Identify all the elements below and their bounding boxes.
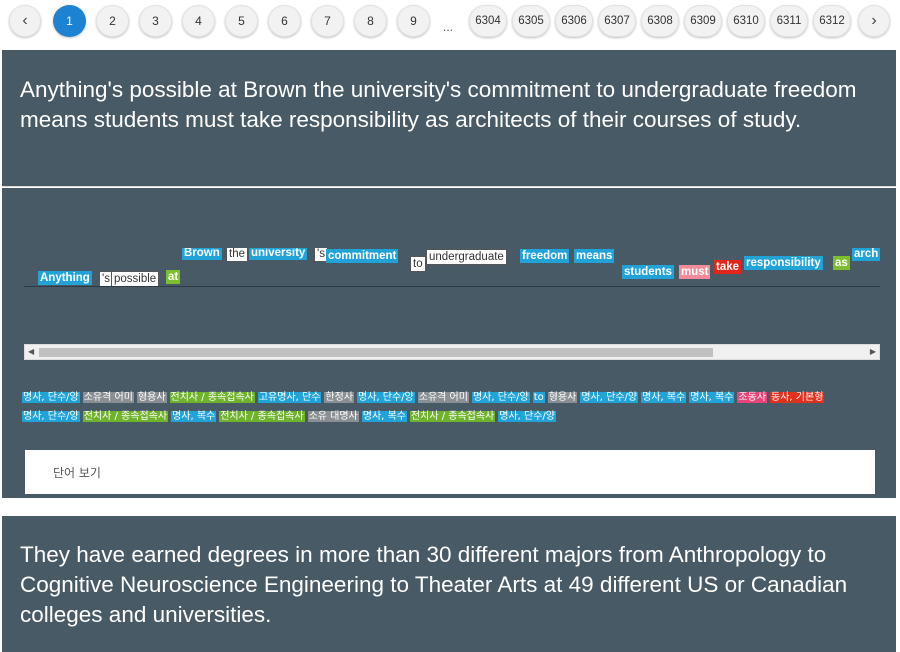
token: responsibility [744,256,823,270]
token: as [833,256,850,270]
token: students [622,265,674,279]
page-button-7[interactable]: 7 [311,5,344,37]
page-button-6[interactable]: 6 [268,5,301,37]
pos-tag: 형용사 [547,392,578,403]
token: means [574,249,615,263]
horizontal-scrollbar[interactable]: ◀ ▶ [24,344,880,360]
token: possible [111,271,160,286]
prev-page-button[interactable]: ‹ [9,5,41,37]
pos-tag: 소유격 어미 [82,392,134,403]
next-page-button[interactable]: › [858,5,890,37]
pos-tag: 한정사 [324,392,355,403]
scroll-right-icon[interactable]: ▶ [870,347,876,356]
pos-tag: 소유 대명사 [307,411,359,422]
token: undergraduate [426,249,507,265]
scrollbar-thumb[interactable] [39,348,713,357]
page-button-1[interactable]: 1 [53,5,86,37]
page-button-6309[interactable]: 6309 [684,5,722,37]
pos-tag: 명사, 복수 [689,392,735,403]
token: university [249,248,308,260]
token: freedom [520,249,570,263]
pos-tag: to [532,392,545,403]
token: must [679,265,711,279]
pos-tag: 명사, 단수/양 [22,392,80,403]
page-button-6304[interactable]: 6304 [469,5,507,37]
word-view-button[interactable]: 단어 보기 [25,450,875,494]
page-button-5[interactable]: 5 [225,5,258,37]
page-button-6307[interactable]: 6307 [598,5,636,37]
pagination-ellipsis: ... [443,20,454,34]
sentence-panel-2[interactable]: They have earned degrees in more than 30… [2,516,896,652]
pos-tag: 동사, 기본형 [770,392,825,403]
chevron-right-icon: › [871,12,877,29]
pos-tag: 명사, 복수 [171,411,217,422]
page-button-4[interactable]: 4 [182,5,215,37]
chevron-left-icon: ‹ [22,12,28,29]
pos-tag: 명사, 단수/양 [22,411,80,422]
pos-tag: 형용사 [136,392,167,403]
token: Brown [182,248,222,260]
pos-tag: 명사, 단수/양 [498,411,556,422]
pos-tag: 명사, 복수 [361,411,407,422]
page-button-6311[interactable]: 6311 [770,5,808,37]
page-button-6306[interactable]: 6306 [555,5,593,37]
page-button-6312[interactable]: 6312 [813,5,851,37]
pos-tag: 명사, 단수/양 [357,392,415,403]
page-button-6310[interactable]: 6310 [727,5,765,37]
scroll-left-icon[interactable]: ◀ [28,347,34,356]
page-button-8[interactable]: 8 [354,5,387,37]
page-button-2[interactable]: 2 [96,5,129,37]
pos-tag: 전치사 / 종속접속사 [169,392,255,403]
pos-tag: 전치사 / 종속접속사 [219,411,305,422]
token: take [714,260,742,274]
pagination: ‹ 1 2 3 4 5 6 7 8 9 ... 6304 6305 6306 6… [0,0,900,46]
pos-tag-list: 명사, 단수/양 소유격 어미 형용사 전치사 / 종속접속사 고유명사, 단수 한정사 명… [22,388,882,426]
token: to [410,256,426,272]
sentence-panel[interactable]: Anything's possible at Brown the univers… [2,50,896,187]
token-track: Anything 's possible at Brown the univer… [24,248,880,287]
pos-tag: 소유격 어미 [417,392,469,403]
page-button-6305[interactable]: 6305 [512,5,550,37]
pos-tag: 고유명사, 단수 [257,392,322,403]
page-button-9[interactable]: 9 [397,5,430,37]
sentence-text-2: They have earned degrees in more than 30… [20,542,848,627]
analysis-panel: Anything 's possible at Brown the univer… [2,188,896,498]
sentence-text: Anything's possible at Brown the univers… [20,77,857,132]
pos-tag: 전치사 / 종속접속사 [82,411,169,422]
pos-tag: 전치사 / 종속접속사 [409,411,496,422]
pos-tag: 명사, 단수/양 [580,392,639,403]
pos-tag: 명사, 복수 [641,392,687,403]
token: arch [852,248,880,261]
token: Anything [38,271,92,285]
token: commitment [326,249,399,263]
pos-tag: 명사, 단수/양 [471,392,530,403]
pos-tag: 조동사 [737,392,768,403]
token: at [166,270,181,284]
page-button-3[interactable]: 3 [139,5,172,37]
token: the [226,248,248,262]
page-button-6308[interactable]: 6308 [641,5,679,37]
